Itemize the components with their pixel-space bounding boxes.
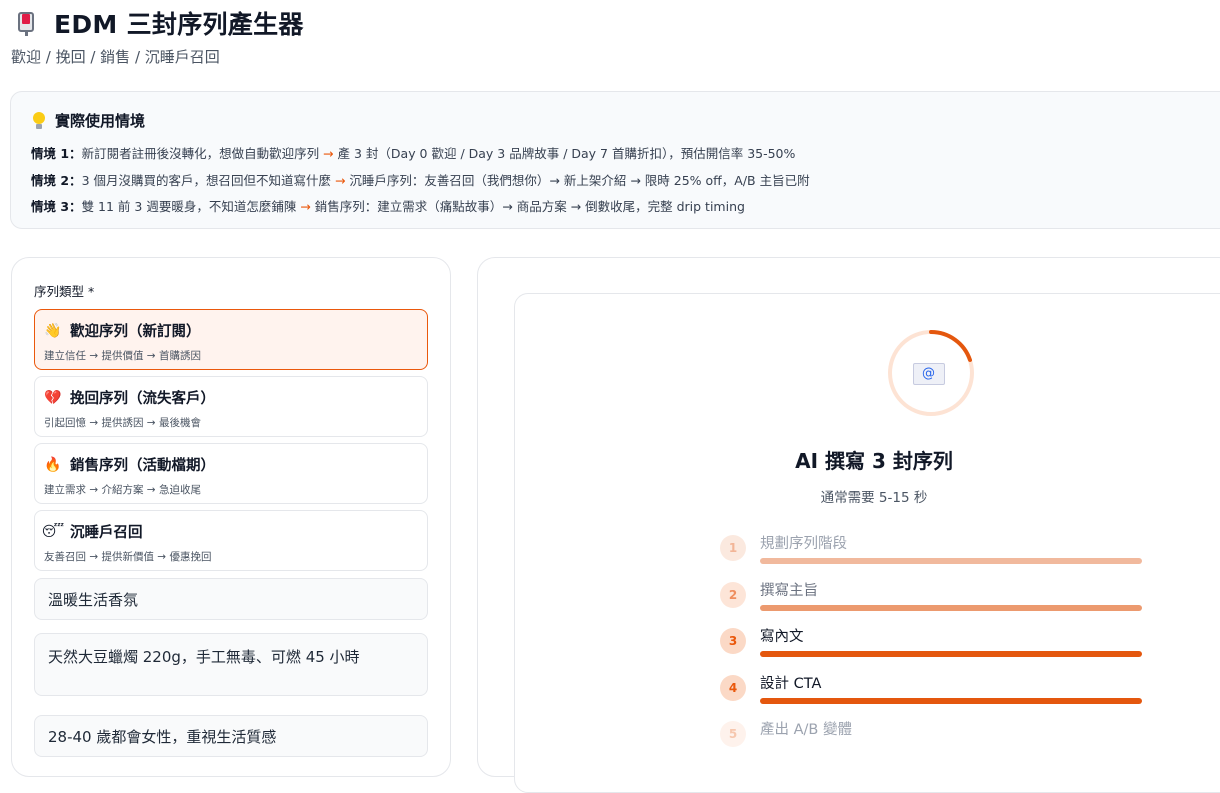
- step-number: 2: [720, 581, 746, 608]
- step-label: 規劃序列階段: [760, 536, 847, 552]
- step-number: 5: [720, 721, 746, 747]
- sequence-type-label: 序列類型 *: [34, 284, 95, 299]
- step-label: 撰寫主旨: [760, 582, 818, 599]
- mailbox-icon: [14, 10, 40, 36]
- audience-input[interactable]: 28-40 歲都會女性，重視生活質感: [34, 715, 428, 757]
- option-sales-sequence[interactable]: 🔥 銷售序列（活動檔期） 建立需求 → 介紹方案 → 急迫收尾: [34, 443, 428, 504]
- page-header: EDM 三封序列產生器 歡迎 / 挽回 / 銷售 / 沉睡戶召回: [11, 6, 304, 67]
- step-item: 5 產出 A/B 變體: [720, 717, 1145, 764]
- step-item: 1 規劃序列階段: [720, 531, 1145, 578]
- waving-hand-icon: 👋: [44, 322, 62, 339]
- step-item: 2 撰寫主旨: [720, 578, 1145, 625]
- option-dormant-sequence[interactable]: 😴 沉睡戶召回 友善召回 → 提供新價值 → 優惠挽回: [34, 510, 428, 571]
- scenario-line-3: 情境 3：雙 11 前 3 週要暖身，不知道怎麼鋪陳 → 銷售序列：建立需求（痛…: [31, 199, 745, 214]
- step-number: 1: [720, 535, 746, 561]
- step-number: 4: [720, 674, 746, 701]
- step-progress-bar: [760, 697, 1142, 704]
- step-label: 產出 A/B 變體: [760, 722, 852, 738]
- option-welcome-sequence[interactable]: 👋 歡迎序列（新訂閱） 建立信任 → 提供價值 → 首購誘因: [34, 309, 428, 370]
- scenario-heading: 實際使用情境: [55, 112, 146, 130]
- progress-steps: 1 規劃序列階段 2 撰寫主旨 3 寫內文 4 設計 CTA 5 產出 A/B …: [720, 531, 1145, 764]
- brand-input[interactable]: 溫暖生活香氛: [34, 578, 428, 620]
- loading-title: AI 撰寫 3 封序列: [795, 449, 953, 473]
- step-number: 3: [720, 628, 746, 654]
- page-title: EDM 三封序列產生器: [54, 10, 304, 39]
- scenario-line-1: 情境 1：新訂閱者註冊後沒轉化，想做自動歡迎序列 → 產 3 封（Day 0 歡…: [31, 146, 796, 161]
- step-item: 4 設計 CTA: [720, 671, 1145, 718]
- form-panel: 序列類型 * 👋 歡迎序列（新訂閱） 建立信任 → 提供價值 → 首購誘因 💔 挽回…: [11, 257, 451, 777]
- product-textarea[interactable]: 天然大豆蠟燭 220g，手工無毒、可燃 45 小時: [34, 633, 428, 696]
- output-panel: @ AI 撰寫 3 封序列 通常需要 5-15 秒 1 規劃序列階段 2 撰寫主…: [477, 257, 1220, 793]
- step-progress-bar: [760, 558, 1142, 564]
- option-winback-sequence[interactable]: 💔 挽回序列（流失客戶） 引起回憶 → 提供誘因 → 最後機會: [34, 376, 428, 437]
- sleeping-face-icon: 😴: [41, 523, 65, 540]
- step-label: 設計 CTA: [760, 675, 822, 692]
- step-progress-bar: [760, 651, 1142, 657]
- step-progress-bar: [760, 604, 1142, 611]
- email-icon: @: [913, 363, 945, 385]
- lightbulb-icon: [31, 111, 47, 130]
- loading-card: @ AI 撰寫 3 封序列 通常需要 5-15 秒 1 規劃序列階段 2 撰寫主…: [514, 293, 1220, 793]
- step-label: 寫內文: [760, 629, 804, 645]
- scenario-box: 實際使用情境 情境 1：新訂閱者註冊後沒轉化，想做自動歡迎序列 → 產 3 封（…: [10, 91, 1220, 229]
- step-item: 3 寫內文: [720, 624, 1145, 671]
- page-subtitle: 歡迎 / 挽回 / 銷售 / 沉睡戶召回: [11, 48, 220, 66]
- step-progress-bar: [760, 744, 1142, 750]
- fire-icon: 🔥: [44, 456, 62, 473]
- scenario-line-2: 情境 2：3 個月沒購買的客戶，想召回但不知道寫什麼 → 沉睡戶序列：友善召回（…: [31, 172, 810, 188]
- broken-heart-icon: 💔: [44, 389, 62, 406]
- loading-subtitle: 通常需要 5-15 秒: [820, 490, 928, 506]
